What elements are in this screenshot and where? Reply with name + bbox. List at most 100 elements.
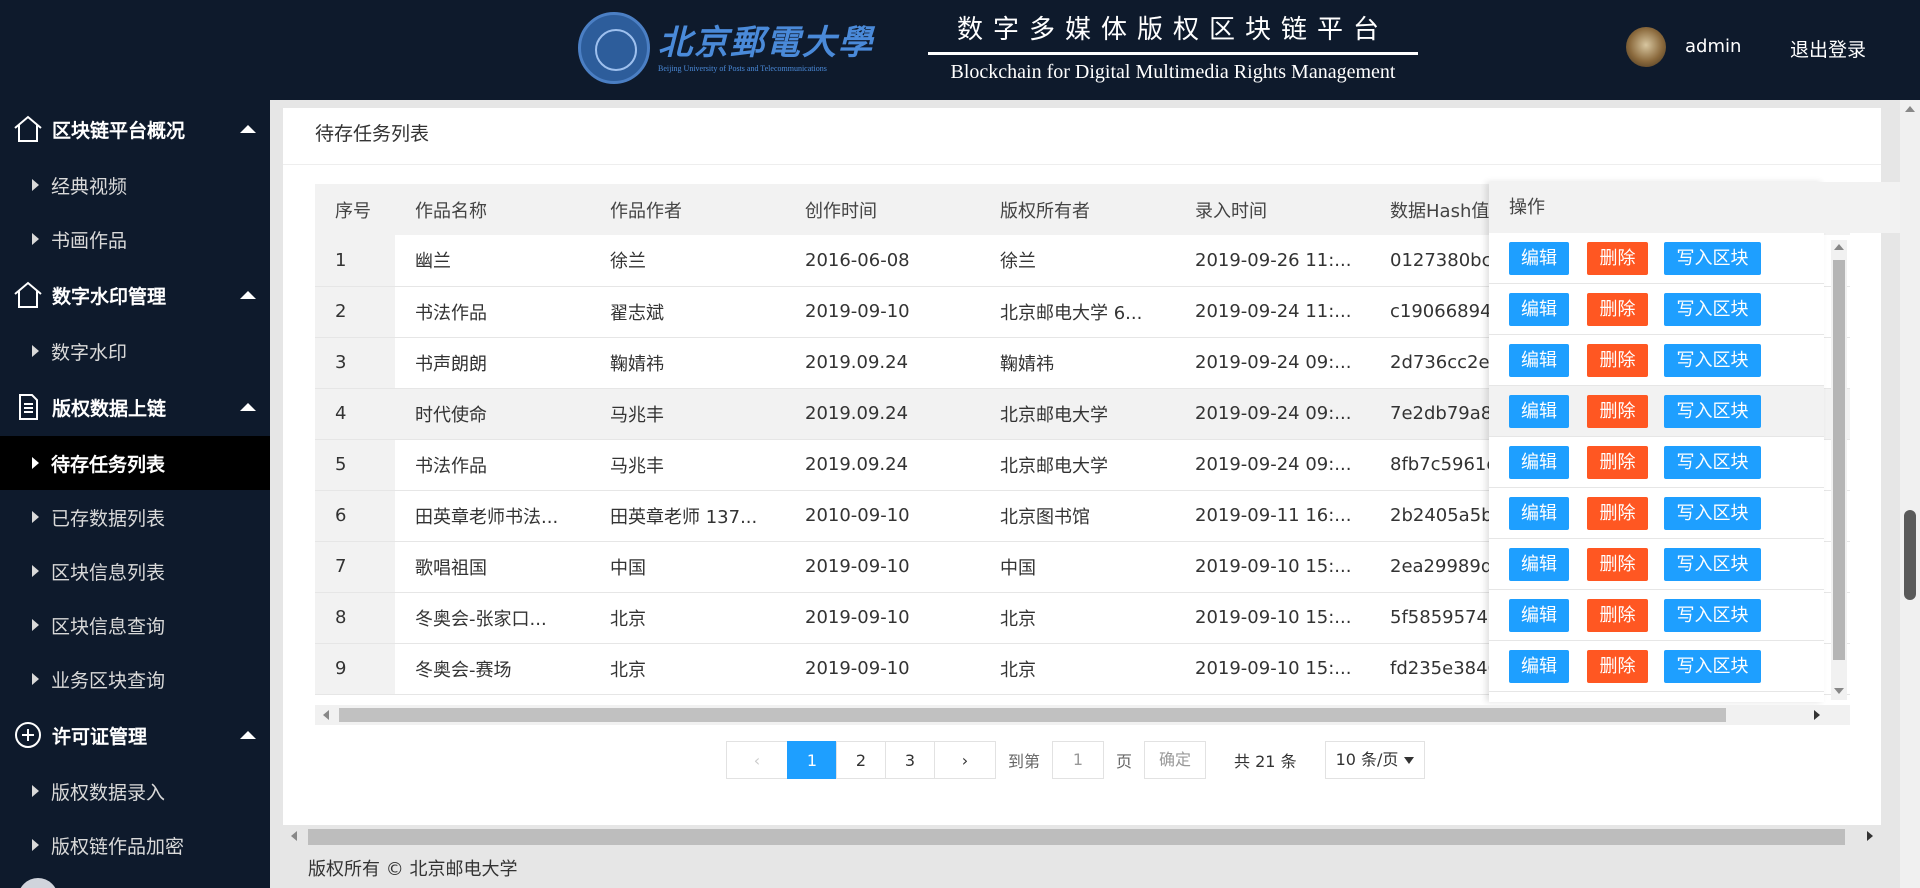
sidebar-item-stored-data[interactable]: 已存数据列表 — [0, 490, 270, 544]
delete-button[interactable]: 删除 — [1587, 548, 1648, 581]
page-vertical-scrollbar[interactable] — [1900, 100, 1920, 888]
delete-button[interactable]: 删除 — [1587, 599, 1648, 632]
edit-button[interactable]: 编辑 — [1509, 395, 1569, 428]
write-block-button[interactable]: 写入区块 — [1664, 293, 1761, 326]
edit-button[interactable]: 编辑 — [1509, 446, 1569, 479]
page-button-1[interactable]: 1 — [787, 741, 837, 779]
logo-cn-text: 北京郵電大學 — [658, 22, 874, 63]
write-block-button[interactable]: 写入区块 — [1664, 599, 1761, 632]
scroll-down-icon[interactable] — [1834, 688, 1844, 694]
table-cell: 2019-09-26 11:... — [1195, 249, 1352, 271]
page-title: 待存任务列表 — [283, 108, 1881, 165]
nav-group-overview[interactable]: 区块链平台概况 — [0, 100, 270, 158]
table-cell: 中国 — [1000, 557, 1036, 579]
nav-group-license[interactable]: 许可证管理 — [0, 706, 270, 764]
sidebar-item-calligraphy[interactable]: 书画作品 — [0, 212, 270, 266]
page-unit-label: 页 — [1116, 752, 1133, 771]
table-cell: 书法作品 — [415, 302, 487, 324]
sidebar-item-block-query[interactable]: 区块信息查询 — [0, 598, 270, 652]
nav-group-watermark[interactable]: 数字水印管理 — [0, 266, 270, 324]
write-block-button[interactable]: 写入区块 — [1664, 446, 1761, 479]
column-header[interactable]: 版权所有者 — [980, 184, 1175, 235]
scroll-left-icon[interactable] — [291, 831, 297, 841]
delete-button[interactable]: 删除 — [1587, 293, 1648, 326]
column-header[interactable]: 创作时间 — [785, 184, 980, 235]
delete-button[interactable]: 删除 — [1587, 650, 1648, 683]
table-cell: 冬奥会-赛场 — [415, 659, 512, 681]
table-cell: 鞠婧祎 — [610, 353, 664, 375]
page-button-2[interactable]: 2 — [836, 741, 886, 779]
table-vertical-scrollbar[interactable] — [1831, 240, 1847, 700]
sidebar-item-pending-tasks[interactable]: 待存任务列表 — [0, 436, 270, 490]
operations-row: 编辑 删除 写入区块 — [1489, 386, 1824, 437]
edit-button[interactable]: 编辑 — [1509, 548, 1569, 581]
delete-button[interactable]: 删除 — [1587, 344, 1648, 377]
nav-group-chain-data[interactable]: 版权数据上链 — [0, 378, 270, 436]
sidebar-item-block-list[interactable]: 区块信息列表 — [0, 544, 270, 598]
write-block-button[interactable]: 写入区块 — [1664, 650, 1761, 683]
sidebar-item-encrypt[interactable]: 版权链作品加密 — [0, 818, 270, 872]
delete-button[interactable]: 删除 — [1587, 242, 1648, 275]
write-block-button[interactable]: 写入区块 — [1664, 497, 1761, 530]
table-horizontal-scrollbar[interactable] — [315, 705, 1850, 725]
sidebar-item-classic-video[interactable]: 经典视频 — [0, 158, 270, 212]
operations-row: 编辑 删除 写入区块 — [1489, 590, 1824, 641]
table-cell: 徐兰 — [1000, 251, 1036, 273]
write-block-button[interactable]: 写入区块 — [1664, 548, 1761, 581]
next-page-button[interactable]: › — [934, 741, 996, 779]
nav-group-label: 许可证管理 — [52, 725, 148, 748]
scroll-up-icon[interactable] — [1834, 244, 1844, 250]
sidebar-item-business-query[interactable]: 业务区块查询 — [0, 652, 270, 706]
table-cell: 2019-09-10 15:... — [1195, 658, 1352, 679]
table-cell: 2019-09-10 — [805, 556, 910, 577]
avatar[interactable] — [1626, 27, 1666, 67]
triangle-right-icon — [32, 565, 39, 577]
delete-button[interactable]: 删除 — [1587, 497, 1648, 530]
write-block-button[interactable]: 写入区块 — [1664, 395, 1761, 428]
sidebar-item-data-entry[interactable]: 版权数据录入 — [0, 764, 270, 818]
logout-link[interactable]: 退出登录 — [1790, 35, 1866, 62]
column-header[interactable]: 序号 — [315, 184, 395, 235]
write-block-button[interactable]: 写入区块 — [1664, 242, 1761, 275]
table-cell: 9 — [315, 643, 395, 694]
scroll-right-icon[interactable] — [1867, 831, 1873, 841]
delete-button[interactable]: 删除 — [1587, 446, 1648, 479]
edit-button[interactable]: 编辑 — [1509, 599, 1569, 632]
scroll-left-icon[interactable] — [323, 710, 329, 720]
scroll-right-icon[interactable] — [1814, 710, 1820, 720]
prev-page-button[interactable]: ‹ — [726, 741, 788, 779]
nav-group-label: 数字水印管理 — [52, 285, 167, 308]
table-cell: 马兆丰 — [610, 404, 664, 426]
sidebar-item-watermark[interactable]: 数字水印 — [0, 324, 270, 378]
write-block-button[interactable]: 写入区块 — [1664, 344, 1761, 377]
platform-title: 数字多媒体版权区块链平台 Blockchain for Digital Mult… — [928, 12, 1418, 84]
edit-button[interactable]: 编辑 — [1509, 344, 1569, 377]
page-button-3[interactable]: 3 — [885, 741, 935, 779]
edit-button[interactable]: 编辑 — [1509, 293, 1569, 326]
edit-button[interactable]: 编辑 — [1509, 650, 1569, 683]
table-cell: 2019-09-24 09:... — [1195, 403, 1352, 424]
column-header[interactable]: 作品作者 — [590, 184, 785, 235]
scrollbar-thumb[interactable] — [339, 708, 1726, 722]
goto-page-input[interactable]: 1 — [1052, 741, 1105, 779]
operations-row: 编辑 删除 写入区块 — [1489, 488, 1824, 539]
table-cell: 5 — [315, 439, 395, 490]
operations-column: 操作 编辑 删除 写入区块 编辑 删除 写入区块 编辑 删除 写入区块 编辑 删除 写入区块 编辑 删除写… — [1489, 182, 1909, 702]
page-size-select[interactable]: 10 条/页 — [1324, 741, 1425, 779]
scroll-up-icon[interactable] — [1905, 106, 1915, 112]
scrollbar-thumb[interactable] — [308, 829, 1845, 845]
page-horizontal-scrollbar[interactable] — [283, 826, 1881, 846]
edit-button[interactable]: 编辑 — [1509, 242, 1569, 275]
table-cell: 时代使命 — [415, 404, 487, 426]
delete-button[interactable]: 删除 — [1587, 395, 1648, 428]
scrollbar-thumb[interactable] — [1904, 510, 1916, 600]
floating-circle-icon[interactable] — [18, 878, 58, 888]
table-cell: 马兆丰 — [610, 455, 664, 477]
edit-button[interactable]: 编辑 — [1509, 497, 1569, 530]
column-header[interactable]: 录入时间 — [1175, 184, 1370, 235]
table-cell: 2019-09-10 — [805, 607, 910, 628]
username[interactable]: admin — [1685, 36, 1741, 57]
column-header[interactable]: 作品名称 — [395, 184, 590, 235]
scrollbar-thumb[interactable] — [1833, 260, 1845, 660]
confirm-button[interactable]: 确定 — [1144, 741, 1207, 779]
